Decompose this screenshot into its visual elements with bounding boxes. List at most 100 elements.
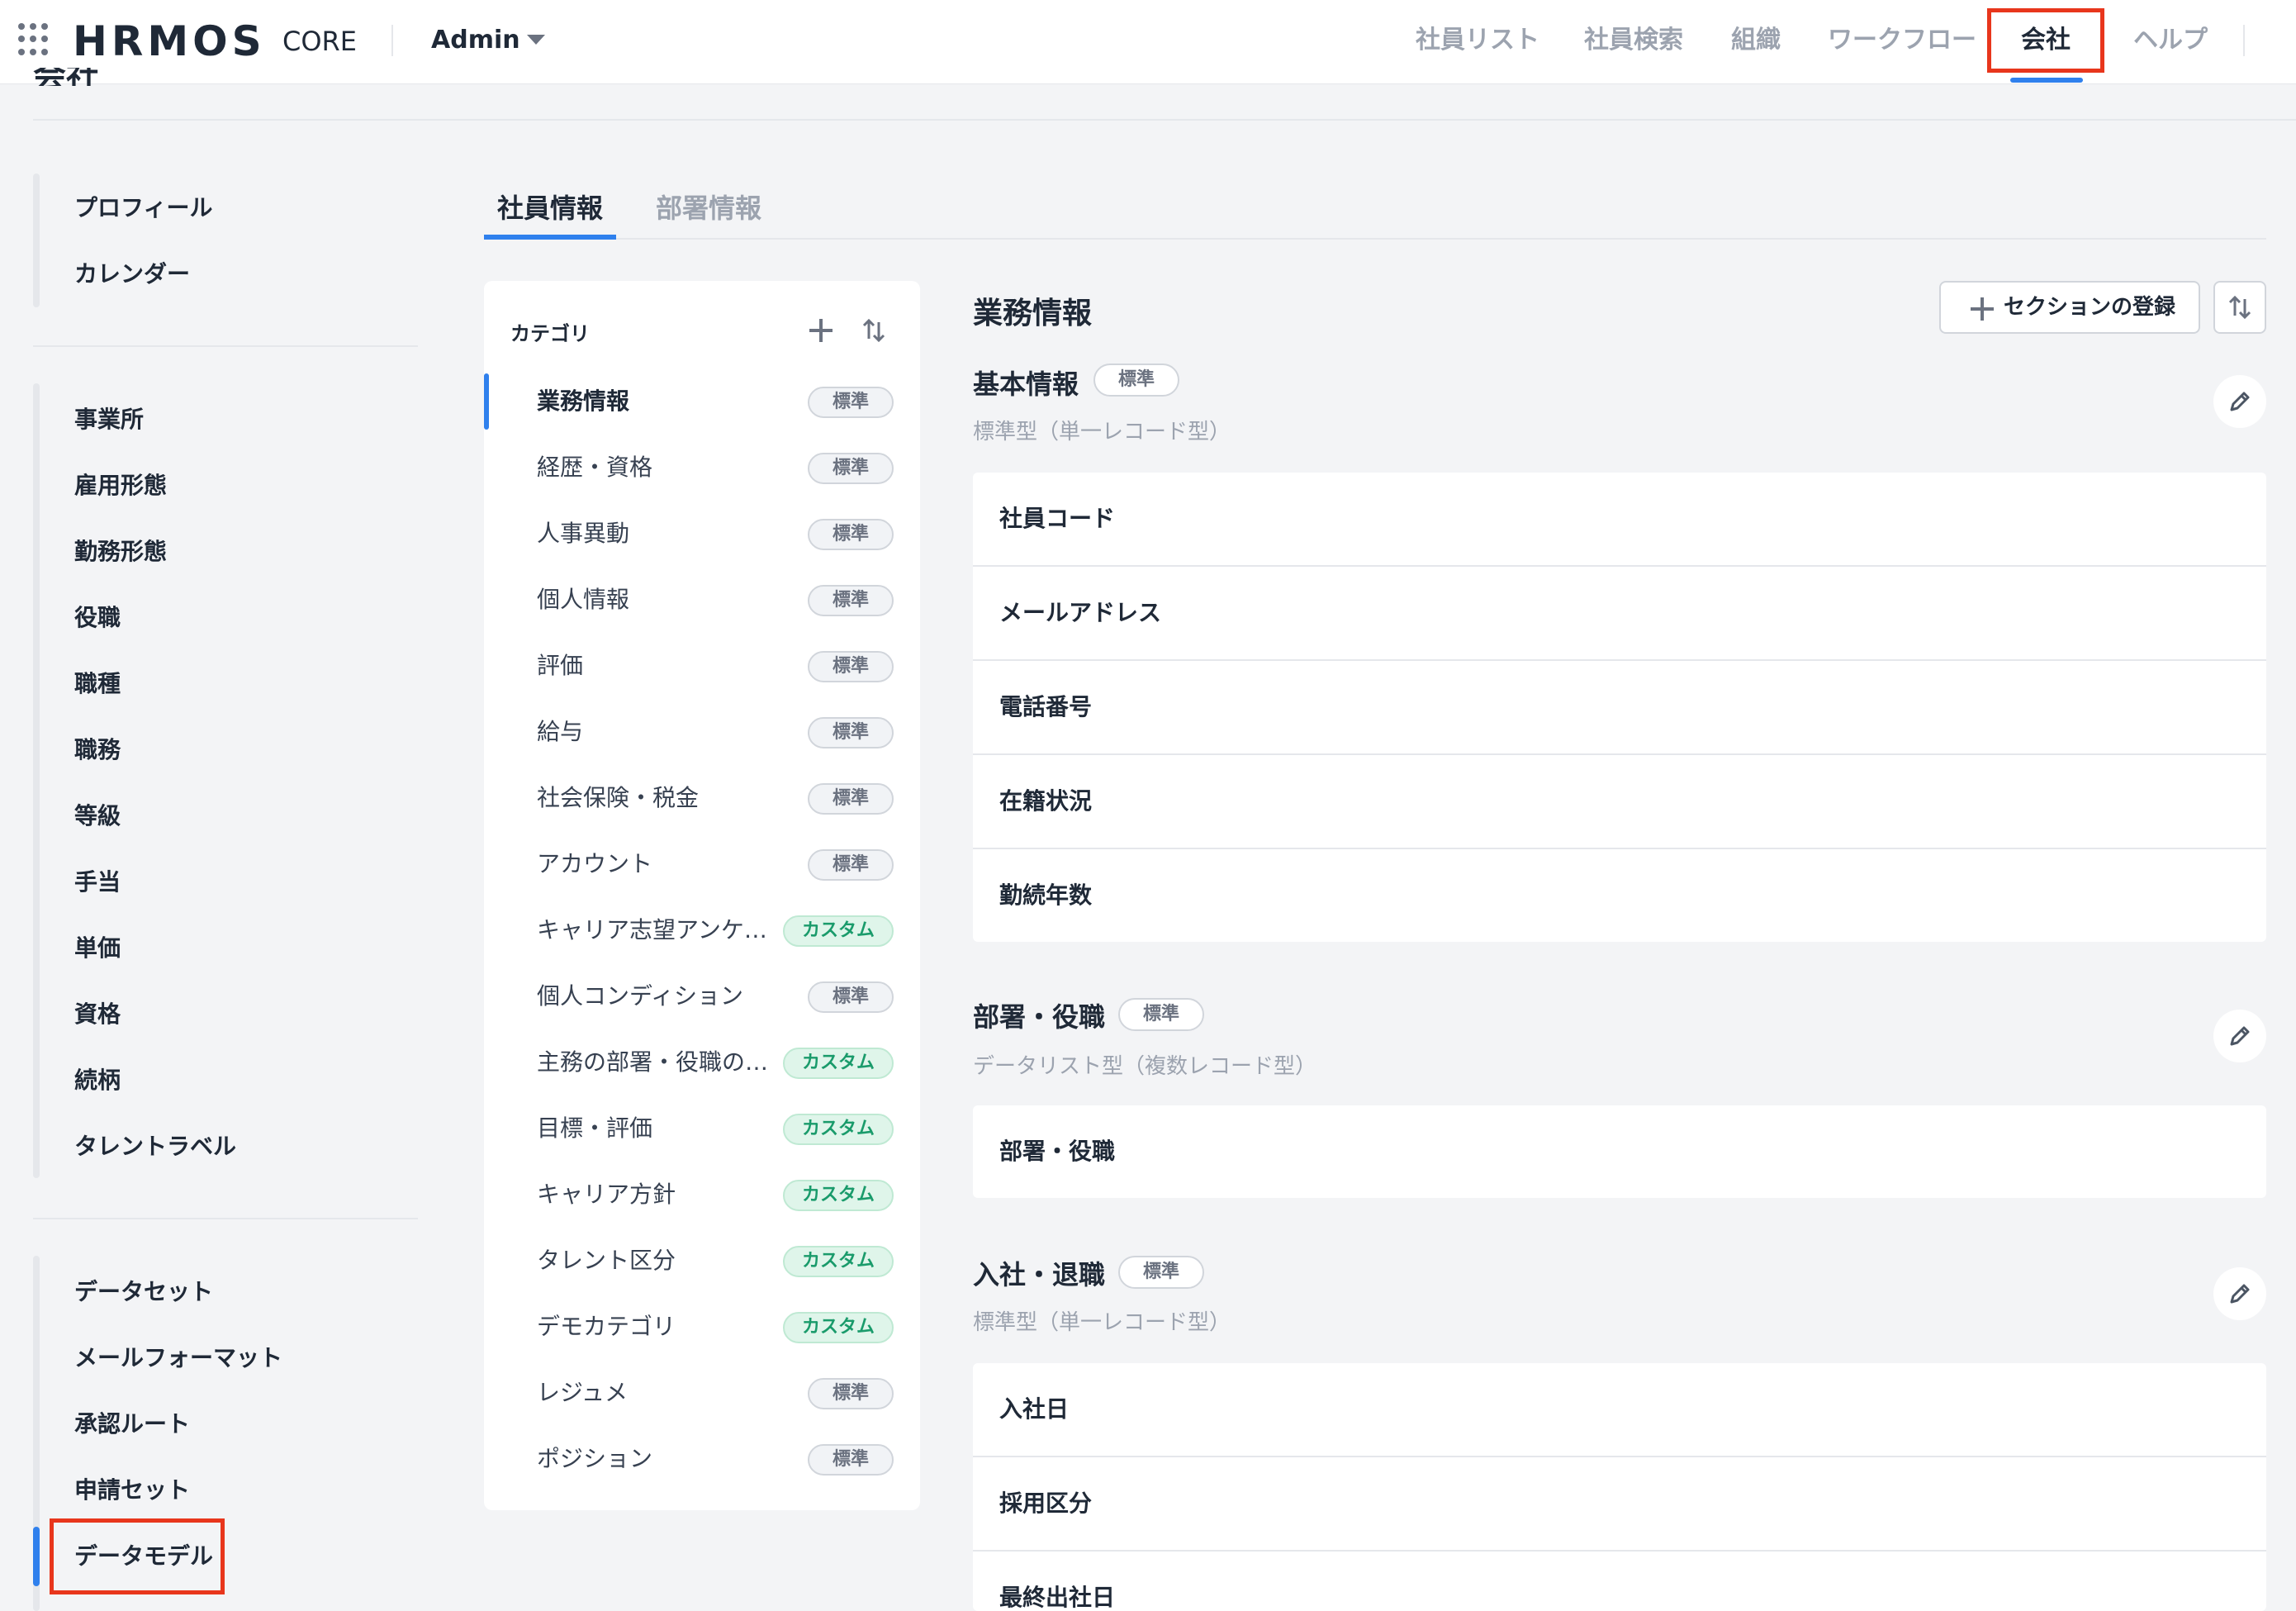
custom-badge: カスタム [783, 915, 894, 947]
sidebar-item-qualification[interactable]: 資格 [74, 991, 121, 1038]
section-type: データリスト型（複数レコード型） [973, 1054, 1317, 1079]
sidebar-item-position[interactable]: 役職 [74, 595, 121, 641]
category-label: タレント区分 [537, 1247, 676, 1274]
sidebar-item-unit-price[interactable]: 単価 [74, 925, 121, 972]
category-item[interactable]: 主務の部署・役職の履歴 カスタム [484, 1029, 920, 1095]
standard-badge: 標準 [808, 519, 894, 550]
category-item[interactable]: 個人情報 標準 [484, 567, 920, 633]
field-list: 部署・役職 [973, 1105, 2266, 1198]
sort-sections-button[interactable] [2213, 281, 2266, 334]
category-item[interactable]: レジュメ 標準 [484, 1360, 920, 1426]
account-menu[interactable]: Admin [431, 21, 520, 59]
tab-employee-info[interactable]: 社員情報 [497, 185, 603, 231]
brand-logo[interactable]: HRMOS [73, 17, 266, 66]
sidebar-item-profile[interactable]: プロフィール [74, 185, 212, 231]
section-title: 基本情報 [973, 368, 1079, 400]
custom-badge: カスタム [783, 1246, 894, 1277]
category-item[interactable]: 人事異動 標準 [484, 501, 920, 567]
field-row[interactable]: 入社日 [973, 1363, 2266, 1457]
category-label: 給与 [537, 718, 584, 745]
edit-section-button[interactable] [2213, 1010, 2266, 1062]
edit-section-button[interactable] [2213, 375, 2266, 428]
sidebar-item-allowance[interactable]: 手当 [74, 859, 121, 905]
field-row[interactable]: メールアドレス [973, 567, 2266, 661]
sidebar-item-mail-format[interactable]: メールフォーマット [74, 1335, 282, 1381]
category-item[interactable]: アカウント 標準 [484, 831, 920, 897]
category-header: カテゴリ [510, 322, 590, 345]
category-item[interactable]: キャリア志望アンケート カスタム [484, 897, 920, 963]
category-item[interactable]: 給与 標準 [484, 699, 920, 765]
sidebar-item-calendar[interactable]: カレンダー [74, 251, 190, 297]
pencil-icon [2230, 1026, 2250, 1046]
field-row[interactable]: 勤続年数 [973, 849, 2266, 942]
chevron-down-icon[interactable] [527, 35, 545, 45]
add-category-plus-icon[interactable] [809, 319, 833, 342]
pencil-icon [2230, 1284, 2250, 1304]
tab-department-info[interactable]: 部署情報 [656, 185, 761, 231]
field-label: メールアドレス [999, 599, 1162, 626]
category-item[interactable]: ポジション 標準 [484, 1426, 920, 1492]
custom-badge: カスタム [783, 1180, 894, 1211]
category-item[interactable]: 目標・評価 カスタム [484, 1095, 920, 1162]
category-label: 個人コンディション [537, 982, 744, 1010]
sidebar-divider [33, 1218, 418, 1219]
sidebar-item-office[interactable]: 事業所 [74, 397, 144, 443]
field-label: 勤続年数 [999, 882, 1093, 909]
category-label: 社会保険・税金 [537, 784, 700, 811]
nav-organization[interactable]: 組織 [1724, 17, 1787, 64]
category-item[interactable]: キャリア方針 カスタム [484, 1162, 920, 1228]
standard-badge: 標準 [808, 651, 894, 682]
sidebar-item-employment-type[interactable]: 雇用形態 [74, 463, 167, 509]
nav-employee-search[interactable]: 社員検索 [1573, 17, 1695, 64]
standard-badge: 標準 [808, 1378, 894, 1409]
field-label: 部署・役職 [999, 1138, 1116, 1165]
standard-badge: 標準 [808, 585, 894, 616]
field-row[interactable]: 電話番号 [973, 661, 2266, 755]
standard-badge: 標準 [808, 717, 894, 748]
sidebar-item-duty[interactable]: 職務 [74, 727, 121, 773]
field-row[interactable]: 在籍状況 [973, 755, 2266, 849]
field-label: 採用区分 [999, 1490, 1093, 1517]
page-title: 会社 [33, 68, 107, 86]
field-label: 電話番号 [999, 693, 1093, 720]
nav-workflow[interactable]: ワークフロー [1825, 17, 1979, 64]
sidebar-item-job-type[interactable]: 職種 [74, 661, 121, 707]
sidebar-item-dataset[interactable]: データセット [74, 1269, 213, 1315]
standard-badge: 標準 [808, 1444, 894, 1476]
sidebar-item-talent-label[interactable]: タレントラベル [74, 1124, 236, 1170]
category-item[interactable]: 経歴・資格 標準 [484, 435, 920, 501]
category-item[interactable]: 評価 標準 [484, 633, 920, 699]
category-item[interactable]: 社会保険・税金 標準 [484, 765, 920, 831]
apps-grid-icon[interactable] [18, 23, 51, 56]
add-section-button[interactable]: セクションの登録 [1939, 281, 2200, 334]
category-item[interactable]: 個人コンディション 標準 [484, 963, 920, 1029]
category-label: キャリア方針 [537, 1181, 676, 1208]
sidebar-item-approval-route[interactable]: 承認ルート [74, 1401, 190, 1447]
field-label: 入社日 [999, 1395, 1070, 1423]
standard-badge: 標準 [808, 783, 894, 815]
edit-section-button[interactable] [2213, 1267, 2266, 1320]
sidebar-item-request-set[interactable]: 申請セット [74, 1467, 190, 1514]
field-row[interactable]: 採用区分 [973, 1457, 2266, 1552]
tab-active-indicator [484, 235, 616, 240]
sort-categories-icon[interactable] [861, 317, 887, 344]
nav-employee-list[interactable]: 社員リスト [1407, 17, 1548, 64]
category-panel: カテゴリ 業務情報 標準 経歴・資格 標準 人事異動 標準 個人情報 標準 評価… [484, 281, 920, 1510]
category-item[interactable]: 業務情報 標準 [484, 368, 920, 435]
sidebar-item-work-style[interactable]: 勤務形態 [74, 529, 167, 575]
field-row[interactable]: 最終出社日 [973, 1552, 2266, 1611]
field-row[interactable]: 部署・役職 [973, 1105, 2266, 1198]
sidebar-active-indicator [33, 1527, 40, 1586]
category-item[interactable]: デモカテゴリ カスタム [484, 1294, 920, 1360]
sidebar-item-grade[interactable]: 等級 [74, 793, 121, 839]
section-title: 入社・退職 [973, 1259, 1106, 1290]
field-row[interactable]: 社員コード [973, 473, 2266, 567]
sidebar-item-relationship[interactable]: 続柄 [74, 1057, 121, 1104]
pencil-icon [2230, 392, 2250, 411]
standard-badge: 標準 [1118, 1256, 1204, 1289]
category-item[interactable]: タレント区分 カスタム [484, 1228, 920, 1294]
title-divider [33, 119, 2296, 121]
category-label: ポジション [537, 1445, 653, 1472]
category-label: レジュメ [537, 1379, 629, 1406]
nav-help[interactable]: ヘルプ [2119, 17, 2222, 64]
